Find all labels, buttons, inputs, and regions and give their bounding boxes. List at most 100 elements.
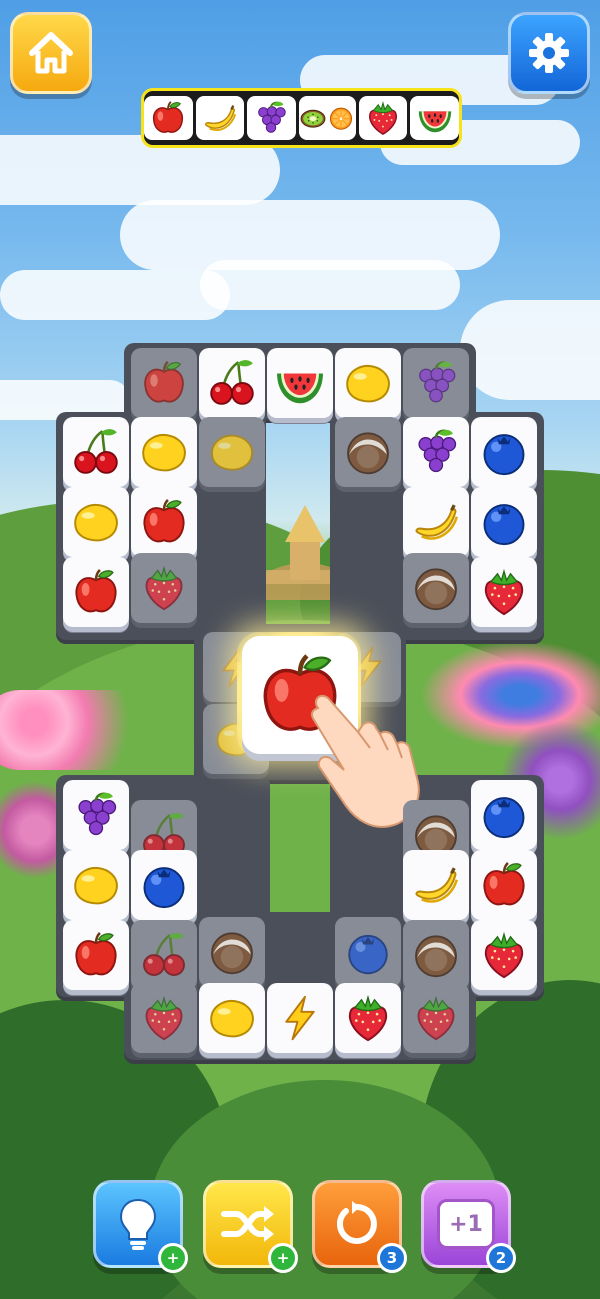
blueberry-icon [343, 927, 393, 977]
tile[interactable] [471, 850, 537, 920]
coconut-icon [411, 563, 461, 613]
lemon-icon [206, 992, 258, 1044]
tile[interactable] [131, 348, 197, 418]
tile[interactable] [335, 348, 401, 418]
strawberry-icon [342, 992, 394, 1044]
tile[interactable] [63, 920, 129, 990]
tile[interactable] [403, 920, 469, 990]
tile[interactable] [267, 983, 333, 1053]
tile[interactable] [403, 348, 469, 418]
tile[interactable] [199, 983, 265, 1053]
lemon-icon [207, 427, 257, 477]
tile[interactable] [131, 983, 197, 1053]
tray-slot [298, 96, 356, 140]
tile[interactable] [403, 487, 469, 557]
add-badge: + [268, 1243, 298, 1273]
lightbulb-icon [119, 1198, 157, 1250]
blueberry-icon [478, 496, 530, 548]
tile[interactable] [63, 557, 129, 627]
tile[interactable] [403, 850, 469, 920]
lemon-icon [70, 496, 122, 548]
tray-slot [247, 96, 296, 140]
tile[interactable] [199, 917, 265, 987]
banana-icon [200, 99, 240, 137]
blueberry-icon [138, 859, 190, 911]
tile[interactable] [131, 487, 197, 557]
watermelon-icon [273, 356, 327, 410]
tile[interactable] [199, 417, 265, 487]
strawberry-icon [478, 929, 530, 981]
lemon-icon [70, 859, 122, 911]
tile[interactable] [63, 487, 129, 557]
banana-icon [409, 859, 463, 911]
tile[interactable] [131, 850, 197, 920]
strawberry-icon [139, 993, 189, 1043]
undo-count-badge: 3 [377, 1243, 407, 1273]
extra-slot-count-badge: 2 [486, 1243, 516, 1273]
tray-slot [144, 96, 193, 140]
apple-icon [478, 859, 530, 911]
grape-icon [411, 358, 461, 408]
home-icon [29, 32, 73, 74]
cherry-icon [70, 426, 122, 478]
lemon-icon [342, 357, 394, 409]
undo-booster-button[interactable]: 3 [312, 1180, 407, 1273]
apple-icon [70, 929, 122, 981]
extra-slot-label: +1 [437, 1199, 495, 1249]
tile[interactable] [131, 553, 197, 623]
tile[interactable] [267, 348, 333, 418]
strawberry-icon [411, 993, 461, 1043]
tile[interactable] [471, 487, 537, 557]
tile[interactable] [199, 348, 265, 418]
gear-icon [529, 33, 569, 73]
tile[interactable] [335, 417, 401, 487]
tile[interactable] [63, 850, 129, 920]
tray-slot [410, 96, 459, 140]
settings-button[interactable] [508, 12, 590, 94]
tile[interactable] [471, 417, 537, 487]
shuffle-icon [221, 1206, 274, 1242]
tile[interactable] [403, 417, 469, 487]
tray-slot [358, 96, 408, 140]
cherry-icon [139, 930, 189, 980]
tile[interactable] [335, 917, 401, 987]
tile[interactable] [63, 417, 129, 487]
apple-icon [139, 358, 189, 408]
home-button[interactable] [10, 12, 92, 94]
strawberry-icon [139, 563, 189, 613]
tile[interactable] [335, 983, 401, 1053]
strawberry-icon [364, 99, 402, 137]
tile[interactable] [403, 983, 469, 1053]
apple-icon [138, 496, 190, 548]
apple-icon [70, 566, 122, 618]
tile[interactable] [471, 780, 537, 850]
coconut-icon [343, 427, 393, 477]
grape-icon [70, 789, 122, 841]
extra-slot-booster-button[interactable]: +1 2 [421, 1180, 516, 1273]
tile[interactable] [471, 920, 537, 990]
cherry-icon [206, 357, 258, 409]
shuffle-booster-button[interactable]: + [203, 1180, 298, 1273]
tray-slot [195, 96, 245, 140]
strawberry-icon [478, 566, 530, 618]
tile[interactable] [131, 417, 197, 487]
tile[interactable] [471, 557, 537, 627]
coconut-icon [411, 930, 461, 980]
undo-icon [337, 1201, 377, 1244]
orange-icon [327, 104, 355, 132]
tile[interactable] [131, 920, 197, 990]
blueberry-icon [478, 789, 530, 841]
lemon-icon [138, 426, 190, 478]
add-badge: + [158, 1243, 188, 1273]
blueberry-icon [478, 426, 530, 478]
grape-icon [410, 426, 462, 478]
collection-tray [141, 88, 462, 148]
watermelon-icon [415, 99, 455, 137]
tile[interactable] [403, 553, 469, 623]
apple-icon [149, 99, 187, 137]
hint-booster-button[interactable]: + [93, 1180, 188, 1273]
coconut-icon [207, 927, 257, 977]
tile[interactable] [63, 780, 129, 850]
grape-icon [251, 99, 291, 137]
banana-icon [409, 496, 463, 548]
